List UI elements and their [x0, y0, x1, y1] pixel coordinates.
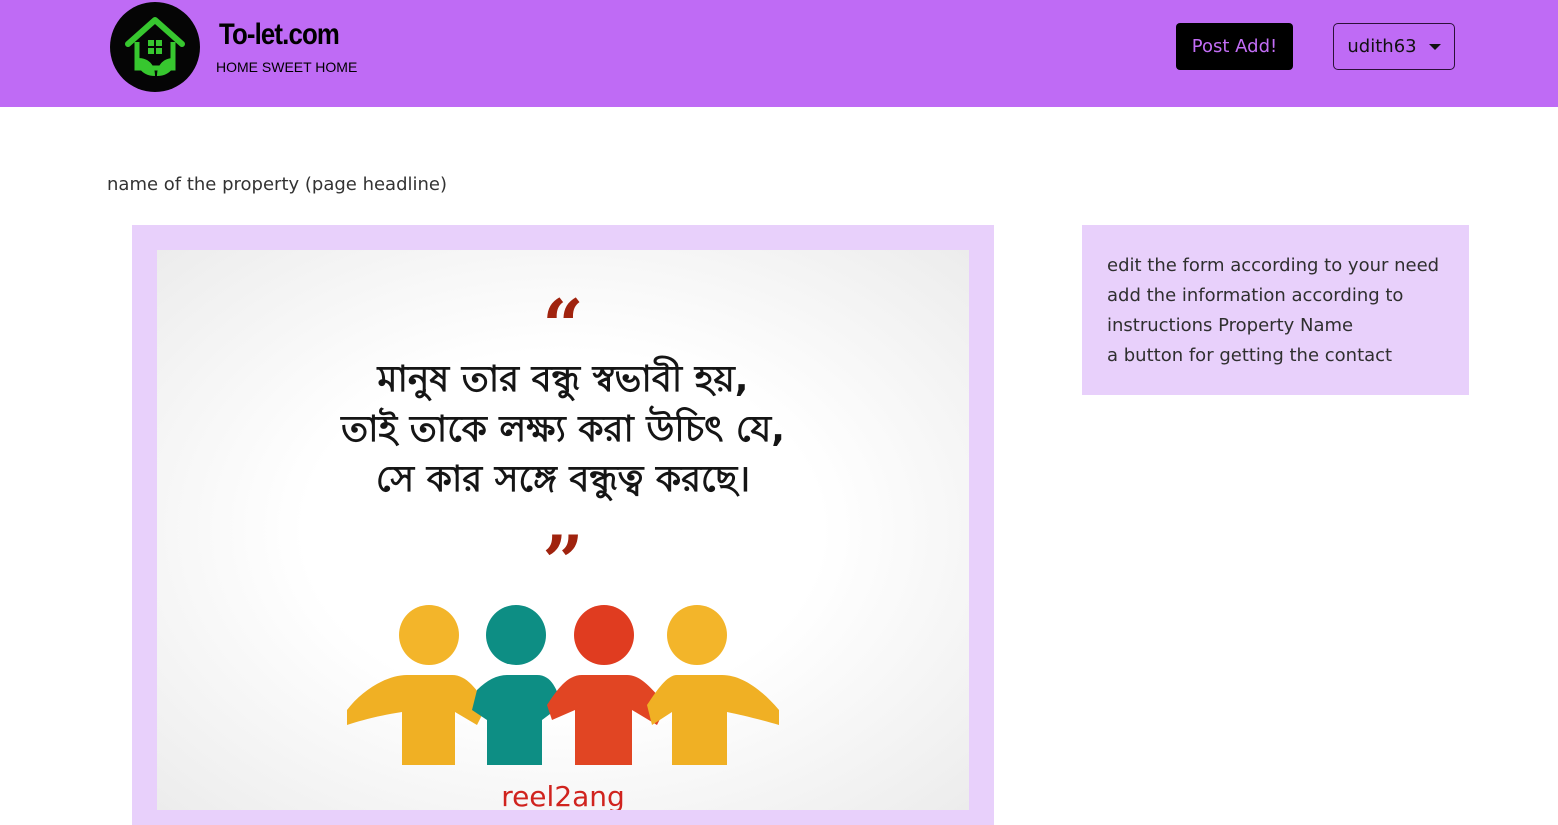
logo[interactable] — [110, 2, 200, 92]
house-leaf-icon — [125, 17, 185, 76]
instruction-line: edit the form according to your need — [1107, 255, 1440, 276]
instruction-line: a button for getting the contact — [1107, 345, 1393, 366]
user-menu-label: udith63 — [1347, 36, 1417, 57]
top-navbar: To-let.com HOME SWEET HOME Post Add! udi… — [0, 0, 1558, 107]
person-figure-2 — [472, 605, 562, 765]
image-watermark-text: reel2ang — [501, 780, 625, 810]
people-illustration — [347, 605, 779, 765]
person-figure-3 — [547, 605, 667, 765]
caret-down-icon — [1428, 43, 1441, 50]
brand-tagline: HOME SWEET HOME — [216, 59, 358, 75]
post-add-button[interactable]: Post Add! — [1176, 23, 1293, 70]
brand-title[interactable]: To-let.com — [219, 18, 340, 52]
person-figure-1 — [347, 605, 487, 765]
property-image: “ মানুষ তার বন্ধু স্বভাবী হয়, তাই তাকে … — [157, 250, 969, 810]
instructions-panel: edit the form according to your need add… — [1082, 225, 1469, 395]
property-image-card: “ মানুষ তার বন্ধু স্বভাবী হয়, তাই তাকে … — [132, 225, 994, 825]
user-menu-dropdown[interactable]: udith63 — [1333, 23, 1455, 70]
page-title: name of the property (page headline) — [107, 174, 448, 195]
instruction-line: add the information according to — [1107, 285, 1404, 306]
person-figure-4 — [647, 605, 779, 765]
instruction-line: instructions Property Name — [1107, 315, 1354, 336]
